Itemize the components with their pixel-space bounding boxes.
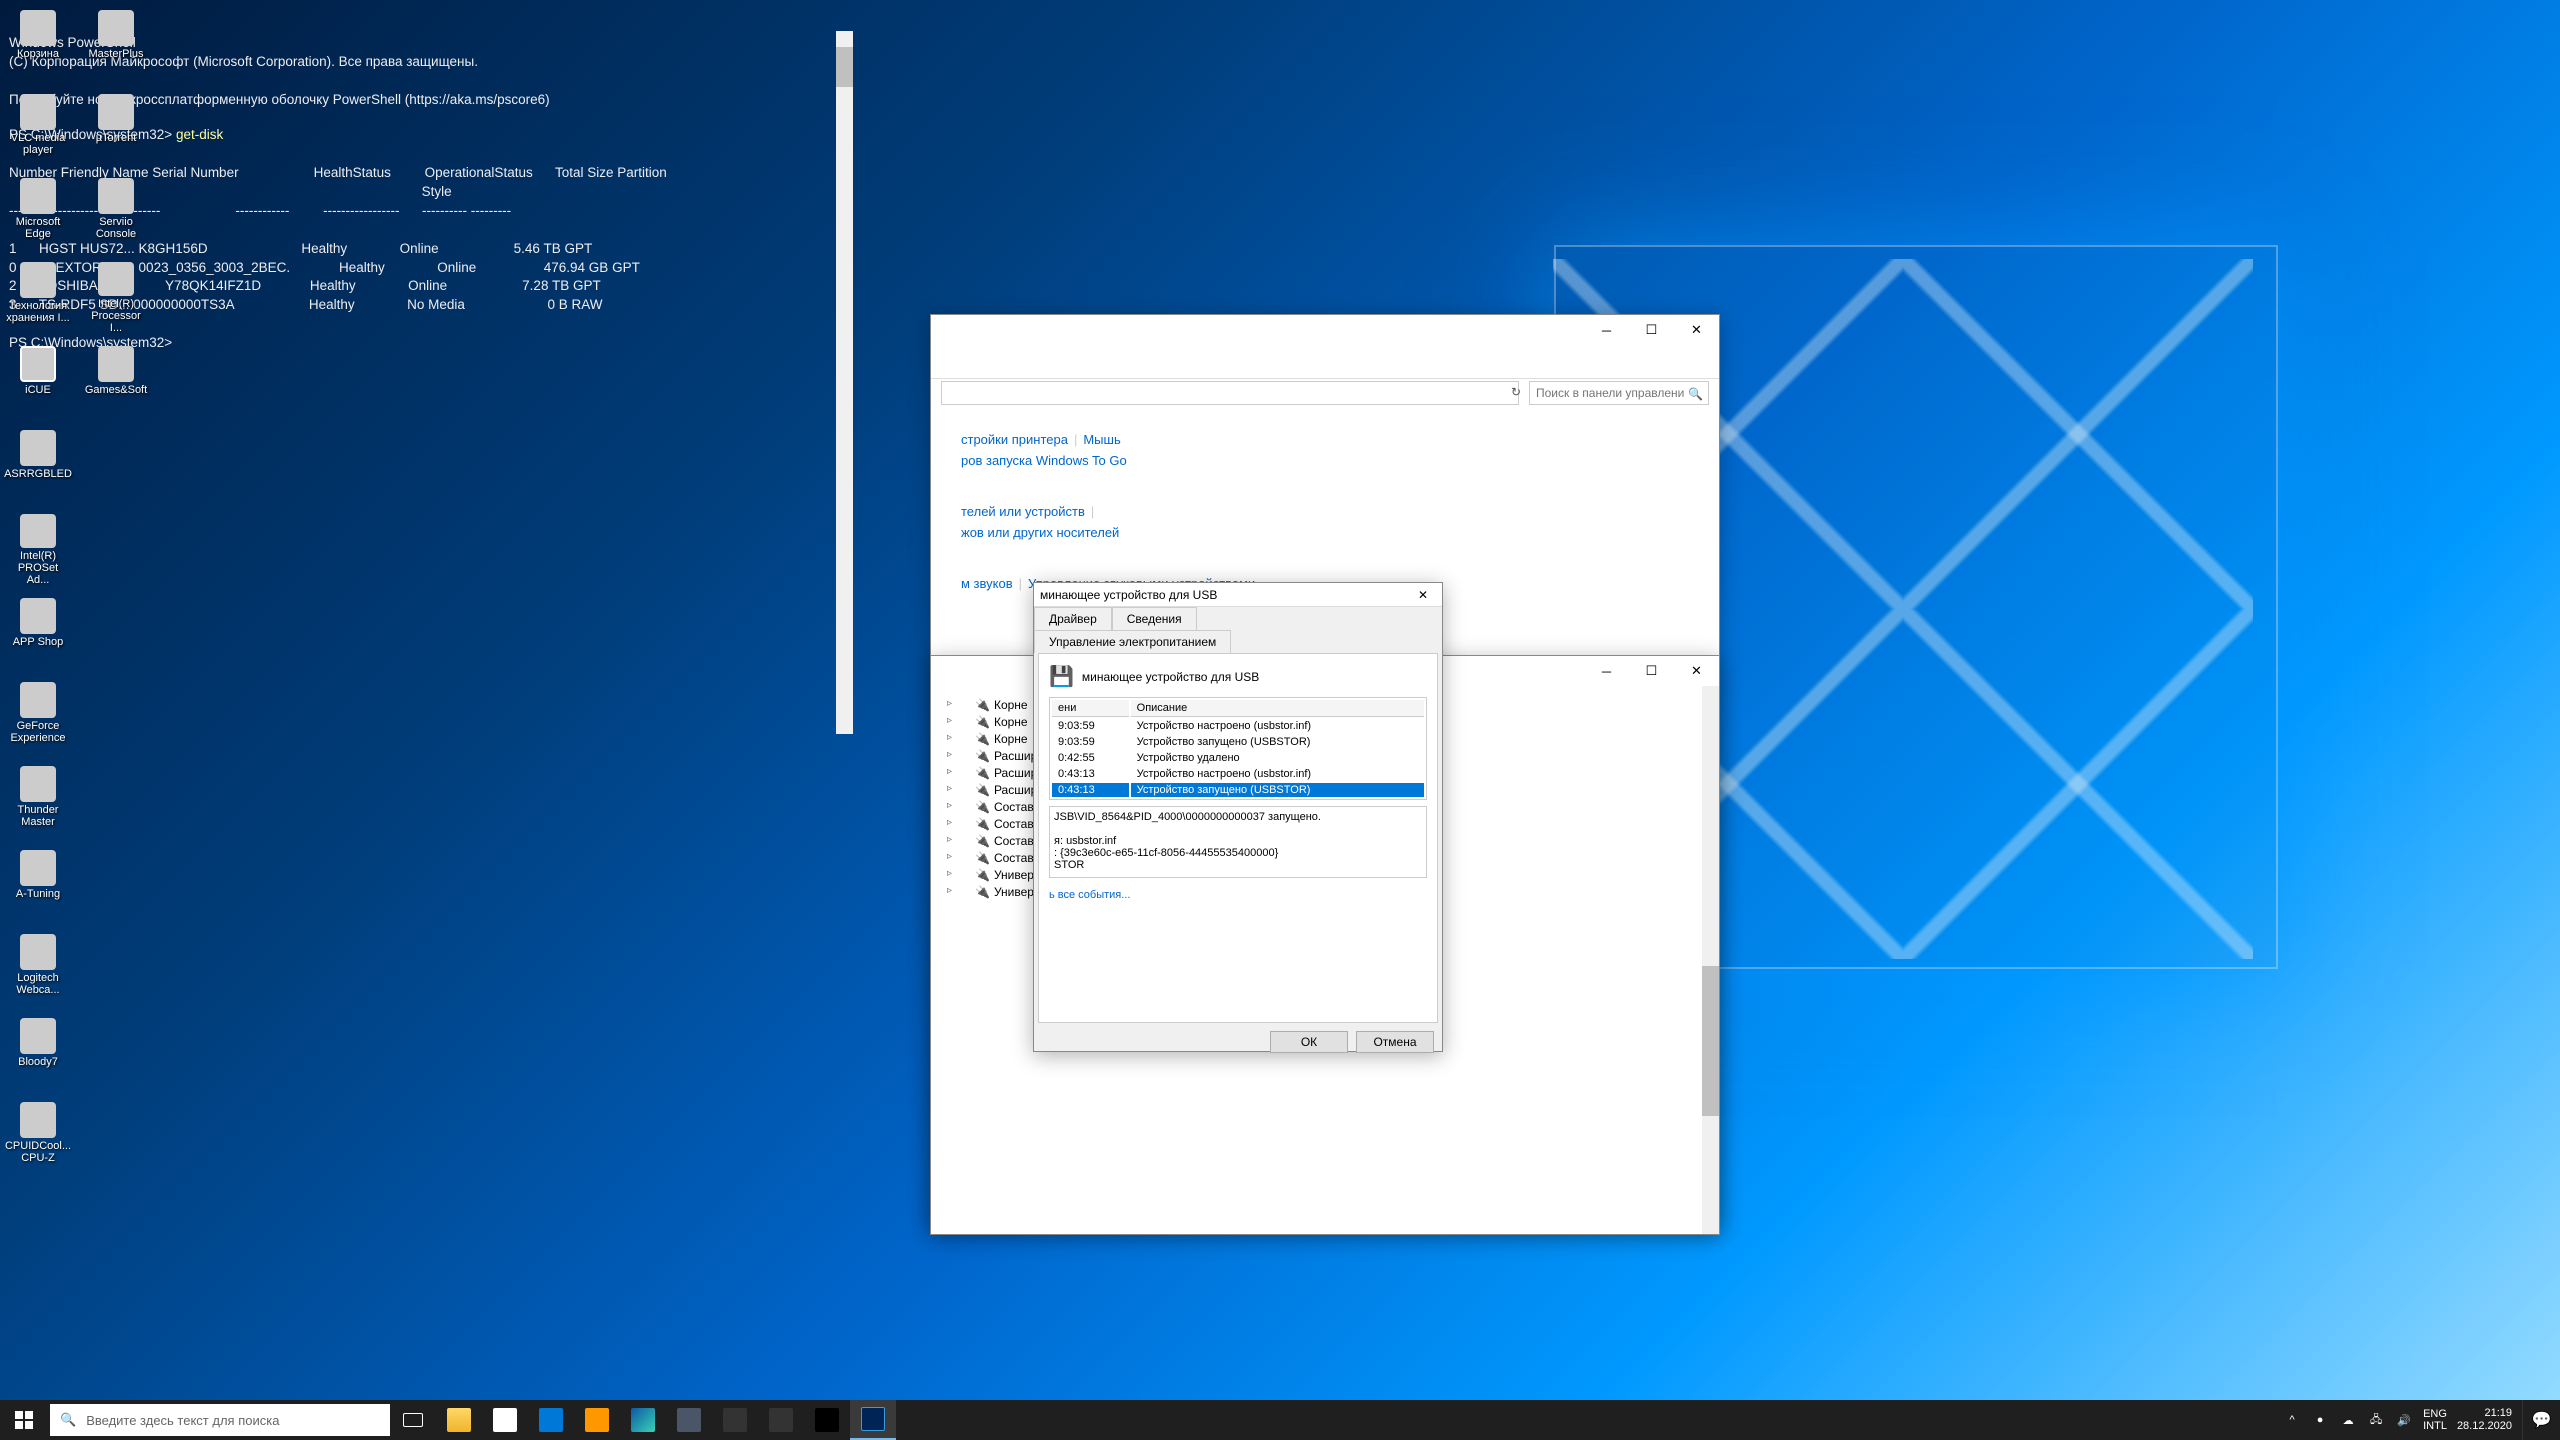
icon-cpuz[interactable]: CPUIDCool... CPU-Z <box>4 1100 72 1176</box>
scrollbar[interactable] <box>1702 686 1719 1234</box>
icon-icue[interactable]: iCUE <box>4 344 72 420</box>
event-row[interactable]: 0:43:13Устройство настроено (usbstor.inf… <box>1052 767 1424 781</box>
icon-utorrent[interactable]: µTorrent <box>82 92 150 168</box>
tray-onedrive-icon[interactable]: ☁ <box>2339 1411 2357 1429</box>
system-tray: ^ ● ☁ 🖧 🔊 ENG INTL 21:19 28.12.2020 <box>2283 1407 2522 1433</box>
tb-edge[interactable] <box>620 1400 666 1440</box>
prop-body: 💾 минающее устройство для USB ениОписани… <box>1038 653 1438 1023</box>
cp-body: стройки принтера|Мышь ров запуска Window… <box>931 379 1719 614</box>
event-row[interactable]: 9:03:59Устройство запущено (USBSTOR) <box>1052 735 1424 749</box>
minimize-button[interactable]: ─ <box>1584 315 1629 345</box>
view-all-events-link[interactable]: ь все события... <box>1049 889 1130 901</box>
icon-vlc[interactable]: VLC media player <box>4 92 72 168</box>
icon-recycle-bin[interactable]: Корзина <box>4 8 72 84</box>
event-row[interactable]: 0:43:13Устройство запущено (USBSTOR) <box>1052 783 1424 797</box>
address-bar[interactable] <box>941 381 1519 405</box>
cancel-button[interactable]: Отмена <box>1356 1031 1434 1053</box>
prop-titlebar[interactable]: минающее устройство для USB ✕ <box>1034 583 1442 607</box>
tab-driver[interactable]: Драйвер <box>1034 607 1112 630</box>
language-indicator[interactable]: ENG INTL <box>2423 1408 2447 1432</box>
taskbar: 🔍 Введите здесь текст для поиска ^ ● ☁ 🖧… <box>0 1400 2560 1440</box>
event-info[interactable]: JSB\VID_8564&PID_4000\0000000000037 запу… <box>1049 806 1427 878</box>
clock[interactable]: 21:19 28.12.2020 <box>2457 1407 2512 1433</box>
search-icon: 🔍 <box>60 1412 76 1428</box>
usb-drive-icon: 💾 <box>1049 664 1074 689</box>
action-center-button[interactable]: 💬 <box>2522 1400 2560 1440</box>
minimize-button[interactable]: ─ <box>1584 656 1629 686</box>
cp-titlebar[interactable]: ─ ☐ ✕ <box>931 315 1719 345</box>
icon-intel-proc[interactable]: Intel(R) Processor I... <box>82 260 150 336</box>
task-view-button[interactable] <box>390 1400 436 1440</box>
ok-button[interactable]: ОК <box>1270 1031 1348 1053</box>
start-button[interactable] <box>0 1400 48 1440</box>
tb-avast[interactable] <box>574 1400 620 1440</box>
scrollbar[interactable] <box>836 31 853 734</box>
event-row[interactable]: 9:03:59Устройство настроено (usbstor.inf… <box>1052 719 1424 733</box>
search-box[interactable]: 🔍 Введите здесь текст для поиска <box>50 1404 390 1436</box>
icon-logitech[interactable]: Logitech Webca... <box>4 932 72 1008</box>
desktop-icons-grid: Корзина MasterPlus VLC media player µTor… <box>4 8 150 1176</box>
tb-explorer[interactable] <box>436 1400 482 1440</box>
close-button[interactable]: ✕ <box>1674 315 1719 345</box>
cp-link-mouse[interactable]: Мышь <box>1083 432 1120 447</box>
event-row[interactable]: 0:42:55Устройство удалено <box>1052 751 1424 765</box>
maximize-button[interactable]: ☐ <box>1629 315 1674 345</box>
cp-link-media[interactable]: жов или других носителей <box>961 525 1119 540</box>
windows-icon <box>15 1411 33 1429</box>
tb-cmd[interactable] <box>804 1400 850 1440</box>
tb-store[interactable] <box>482 1400 528 1440</box>
icon-atuning[interactable]: A-Tuning <box>4 848 72 924</box>
cp-link-dev[interactable]: телей или устройств <box>961 504 1085 519</box>
search-icon: 🔍 <box>1688 387 1703 401</box>
tray-volume-icon[interactable]: 🔊 <box>2395 1411 2413 1429</box>
tb-mail[interactable] <box>528 1400 574 1440</box>
close-button[interactable]: ✕ <box>1674 656 1719 686</box>
tray-app-icon[interactable]: ● <box>2311 1411 2329 1429</box>
icon-proset[interactable]: Intel(R) PROSet Ad... <box>4 512 72 588</box>
cp-link-printer[interactable]: стройки принтера <box>961 432 1068 447</box>
tab-row-1: Драйвер Сведения <box>1034 607 1442 630</box>
search-input[interactable] <box>1529 381 1709 405</box>
icon-edge[interactable]: Microsoft Edge <box>4 176 72 252</box>
tb-settings[interactable] <box>666 1400 712 1440</box>
tb-security[interactable] <box>712 1400 758 1440</box>
icon-serviio[interactable]: Serviio Console <box>82 176 150 252</box>
cp-link-snd1[interactable]: м звуков <box>961 576 1013 591</box>
icon-bloody[interactable]: Bloody7 <box>4 1016 72 1092</box>
icon-geforce[interactable]: GeForce Experience <box>4 680 72 756</box>
tray-chevron-icon[interactable]: ^ <box>2283 1411 2301 1429</box>
tab-row-2: Управление электропитанием <box>1034 630 1442 653</box>
tab-details[interactable]: Сведения <box>1112 607 1197 630</box>
tb-origin[interactable] <box>758 1400 804 1440</box>
events-table[interactable]: ениОписание 9:03:59Устройство настроено … <box>1049 697 1427 800</box>
tray-network-icon[interactable]: 🖧 <box>2367 1411 2385 1429</box>
icon-appshop[interactable]: APP Shop <box>4 596 72 672</box>
icon-asrrgbled[interactable]: ASRRGBLED <box>4 428 72 504</box>
maximize-button[interactable]: ☐ <box>1629 656 1674 686</box>
icon-irst[interactable]: Технология хранения I... <box>4 260 72 336</box>
device-properties-dialog: минающее устройство для USB ✕ Драйвер Св… <box>1033 582 1443 1052</box>
tb-powershell[interactable] <box>850 1400 896 1440</box>
icon-games-soft[interactable]: Games&Soft <box>82 344 150 420</box>
close-button[interactable]: ✕ <box>1410 588 1436 602</box>
icon-masterplus[interactable]: MasterPlus <box>82 8 150 84</box>
cp-link-wtg[interactable]: ров запуска Windows To Go <box>961 453 1127 468</box>
icon-thunder[interactable]: Thunder Master <box>4 764 72 840</box>
tab-power[interactable]: Управление электропитанием <box>1034 630 1231 653</box>
